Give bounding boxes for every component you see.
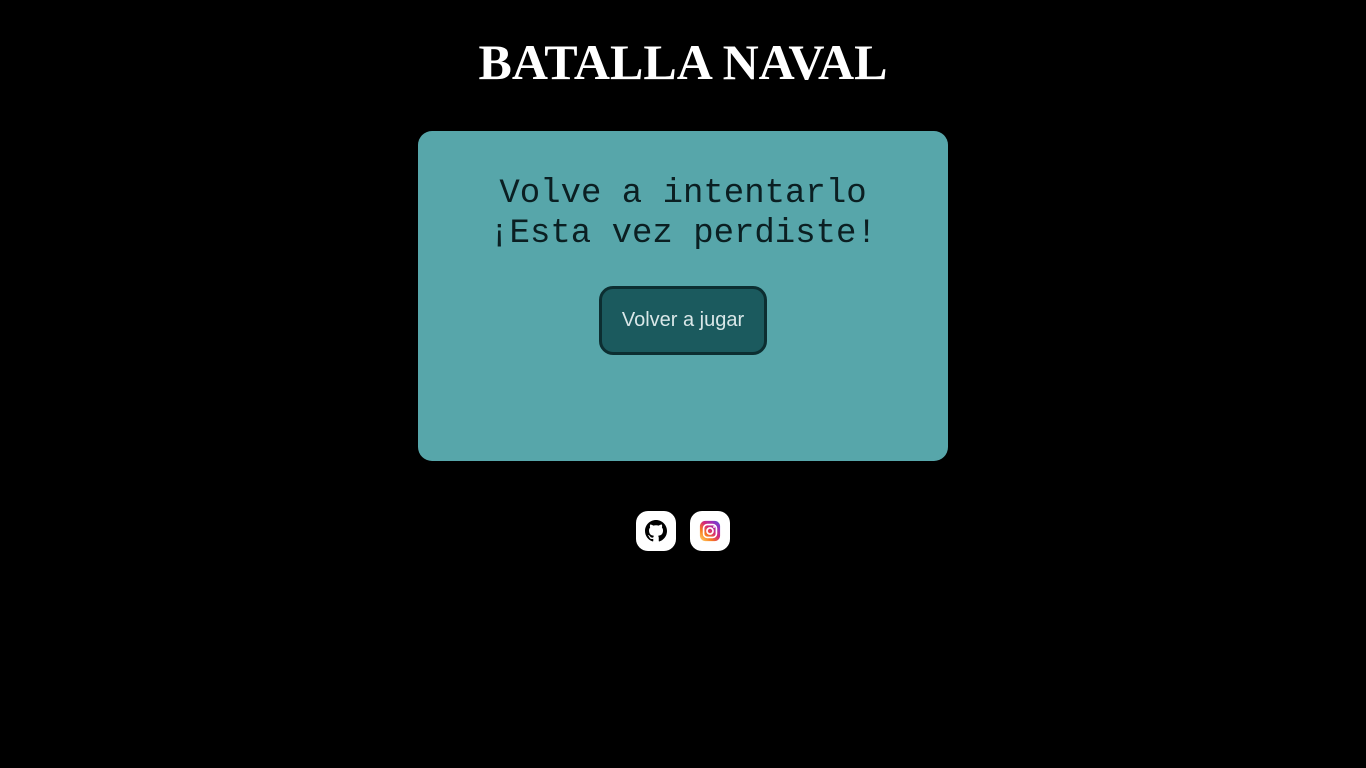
result-message-line-2: ¡Esta vez perdiste! <box>489 215 877 253</box>
result-message-line-1: Volve a intentarlo <box>499 175 867 213</box>
instagram-link[interactable] <box>690 511 730 551</box>
instagram-icon <box>699 520 721 542</box>
github-link[interactable] <box>636 511 676 551</box>
play-again-button[interactable]: Volver a jugar <box>599 286 767 355</box>
page-title: BATALLA NAVAL <box>478 34 888 90</box>
github-icon <box>645 520 667 542</box>
result-message: Volve a intentarlo ¡Esta vez perdiste! <box>0 174 1366 254</box>
